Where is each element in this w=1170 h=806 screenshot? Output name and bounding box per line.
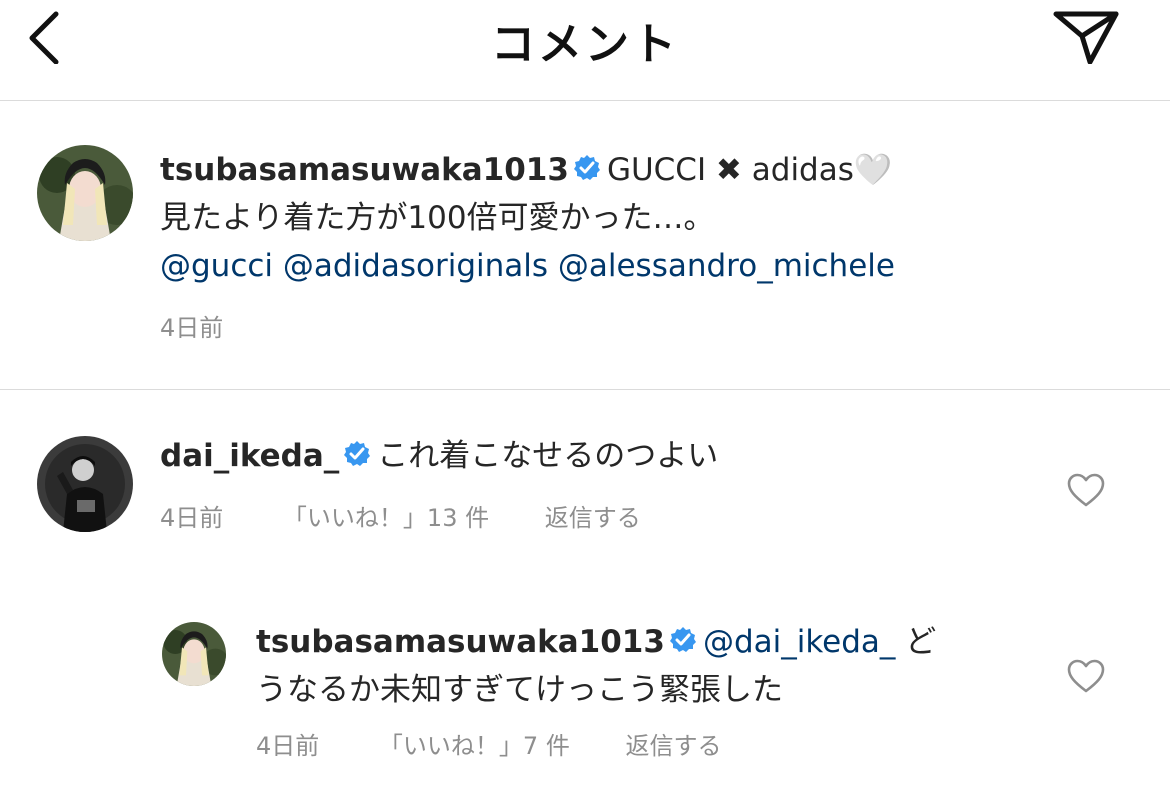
avatar[interactable] xyxy=(37,436,133,532)
verified-badge-icon xyxy=(344,441,371,466)
reply-text: tsubasamasuwaka1013 @dai_ikeda_ ど うなるか未知す… xyxy=(256,618,996,714)
caption-line-1: GUCCI ✖ adidas🤍 xyxy=(606,152,893,188)
comment-username[interactable]: dai_ikeda_ xyxy=(160,438,339,474)
heart-icon xyxy=(1067,473,1105,507)
share-button[interactable] xyxy=(1052,8,1120,65)
caption-mentions[interactable]: @gucci @adidasoriginals @alessandro_mich… xyxy=(160,248,895,284)
reply-timestamp: 4日前 xyxy=(256,732,320,760)
like-button[interactable] xyxy=(1066,472,1106,508)
reply-mention[interactable]: @dai_ikeda_ xyxy=(703,624,896,660)
comment-text: dai_ikeda_ これ着こなせるのつよい xyxy=(160,432,1020,480)
paper-plane-icon xyxy=(1053,11,1119,65)
like-button[interactable] xyxy=(1066,658,1106,694)
reply-body-part1: ど xyxy=(905,624,937,660)
caption-username[interactable]: tsubasamasuwaka1013 xyxy=(160,152,569,188)
comment-timestamp: 4日前 xyxy=(160,504,224,532)
avatar[interactable] xyxy=(37,145,133,241)
heart-icon xyxy=(1067,659,1105,693)
reply-meta: 4日前 「いいね！」7 件 返信する xyxy=(256,731,721,761)
page-title: コメント xyxy=(491,19,679,70)
reply-body-part2: うなるか未知すぎてけっこう緊張した xyxy=(256,672,783,708)
caption-timestamp: 4日前 xyxy=(160,314,224,342)
reply-likes[interactable]: 「いいね！」7 件 xyxy=(379,731,570,761)
caption-line-2: 見たより着た方が100倍可愛かった…。 xyxy=(160,200,715,236)
reply-username[interactable]: tsubasamasuwaka1013 xyxy=(256,624,665,660)
caption-text: tsubasamasuwaka1013 GUCCI ✖ adidas🤍 見たより着… xyxy=(160,146,1120,290)
comment-likes[interactable]: 「いいね！」13 件 xyxy=(283,503,489,533)
comment-body: これ着こなせるのつよい xyxy=(377,438,719,474)
verified-badge-icon xyxy=(669,627,696,652)
reply-button[interactable]: 返信する xyxy=(625,731,721,761)
reply-button[interactable]: 返信する xyxy=(545,503,641,533)
top-bar: コメント xyxy=(0,0,1170,101)
comment-meta: 4日前 「いいね！」13 件 返信する xyxy=(160,503,641,533)
avatar[interactable] xyxy=(162,622,226,686)
post-caption: tsubasamasuwaka1013 GUCCI ✖ adidas🤍 見たより着… xyxy=(0,101,1170,390)
verified-badge-icon xyxy=(573,155,600,180)
